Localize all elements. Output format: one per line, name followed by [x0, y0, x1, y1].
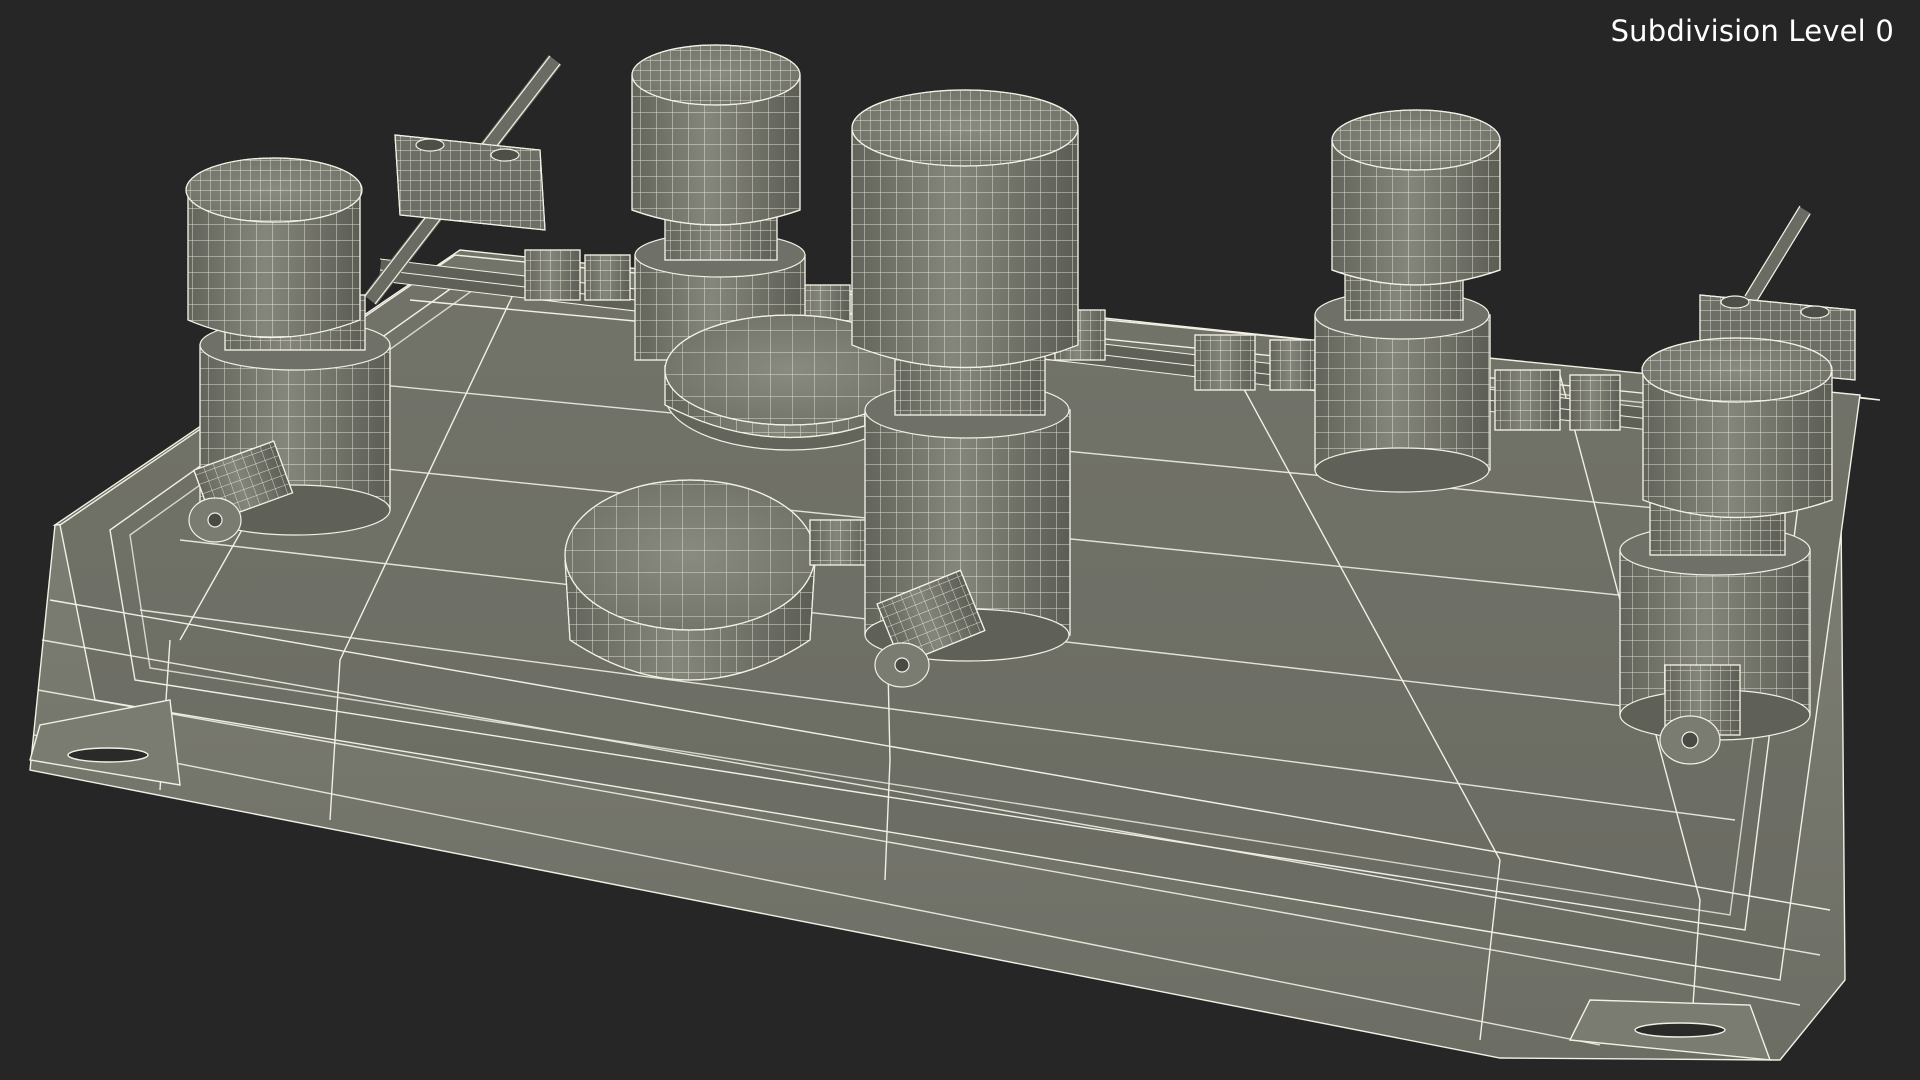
- wireframe-model-render: [29, 44, 1881, 1061]
- regulator-valve-back-left: [631, 44, 806, 361]
- 3d-viewport[interactable]: Subdivision Level 0: [0, 0, 1920, 1080]
- regulator-valve-back-right: [1314, 109, 1501, 493]
- mounting-block-left: [394, 134, 546, 231]
- regulator-valve-front-right: [1619, 337, 1833, 765]
- regulator-valve-left: [185, 157, 391, 543]
